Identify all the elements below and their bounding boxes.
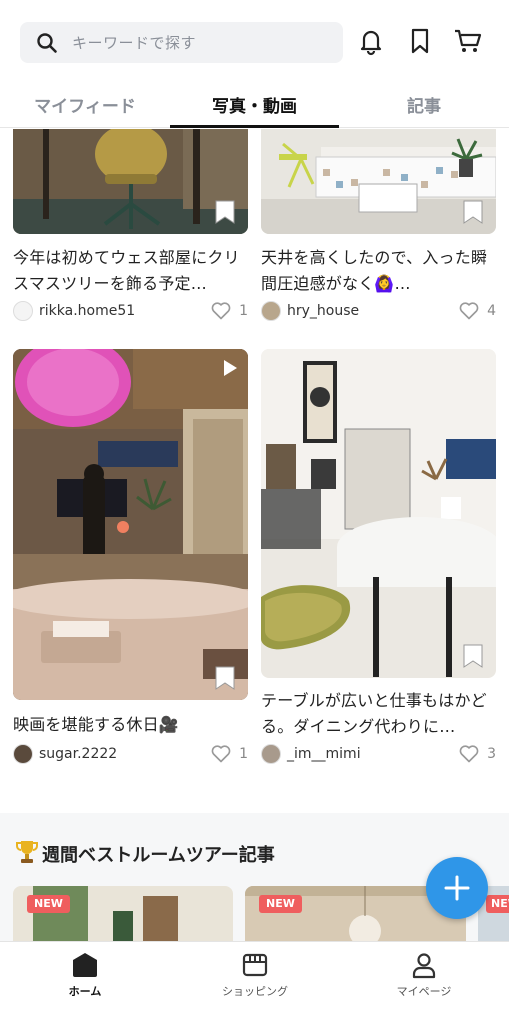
nav-mypage[interactable]: マイページ: [339, 942, 509, 1012]
bell-icon[interactable]: [356, 26, 386, 56]
bottom-nav: ホーム ショッピング マイページ: [0, 941, 509, 1024]
post-meta: _im__mimi 3: [261, 743, 496, 765]
post-meta: hry_house 4: [261, 300, 496, 322]
like-button[interactable]: 3: [459, 743, 496, 765]
username[interactable]: hry_house: [287, 303, 359, 319]
username[interactable]: rikka.home51: [39, 303, 135, 319]
username[interactable]: sugar.2222: [39, 746, 117, 762]
post-photo[interactable]: [13, 349, 248, 700]
like-button[interactable]: 1: [211, 300, 248, 322]
new-badge: NEW: [486, 895, 509, 913]
post-card[interactable]: 天井を高くしたので、入った瞬間圧迫感がなく🙆‍♀️… hry_house 4: [261, 129, 496, 324]
trophy-icon: [16, 841, 38, 863]
nav-shopping[interactable]: ショッピング: [170, 942, 340, 1012]
video-play-icon: [224, 360, 237, 376]
nav-label: ホーム: [68, 985, 102, 998]
heart-icon: [211, 745, 231, 763]
nav-label: ショッピング: [222, 985, 288, 998]
like-count: 1: [239, 303, 248, 319]
like-count: 3: [487, 746, 496, 762]
avatar[interactable]: [261, 744, 281, 764]
new-badge: NEW: [27, 895, 70, 913]
post-card[interactable]: 映画を堪能する休日🎥 sugar.2222 1: [13, 349, 248, 769]
like-button[interactable]: 1: [211, 743, 248, 765]
search-placeholder: キーワードで探す: [72, 34, 197, 52]
avatar[interactable]: [13, 301, 33, 321]
heart-icon: [459, 302, 479, 320]
tab-articles[interactable]: 記事: [339, 80, 509, 128]
post-caption[interactable]: 天井を高くしたので、入った瞬間圧迫感がなく🙆‍♀️…: [261, 245, 501, 297]
add-post-button[interactable]: [426, 857, 488, 919]
like-count: 1: [239, 746, 248, 762]
active-tab-indicator: [170, 125, 339, 128]
post-photo[interactable]: [13, 129, 248, 234]
username[interactable]: _im__mimi: [287, 746, 361, 762]
heart-icon: [459, 745, 479, 763]
post-photo[interactable]: [261, 129, 496, 234]
post-caption[interactable]: テーブルが広いと仕事もはかどる。ダイニング代わりに…: [261, 688, 501, 740]
search-icon: [37, 32, 57, 53]
tab-photos-videos[interactable]: 写真・動画: [170, 80, 339, 128]
nav-home[interactable]: ホーム: [0, 942, 170, 1012]
shop-icon: [242, 953, 268, 977]
home-icon: [73, 953, 97, 977]
app-screen: キーワードで探す マイフィード 写真・動画 記事 今年は初めてウェス部屋にクリス…: [0, 0, 509, 1024]
post-caption[interactable]: 今年は初めてウェス部屋にクリスマスツリーを飾る予定…: [13, 245, 253, 297]
save-bookmark-icon[interactable]: [462, 644, 484, 668]
search-input[interactable]: キーワードで探す: [20, 22, 343, 63]
post-card[interactable]: テーブルが広いと仕事もはかどる。ダイニング代わりに… _im__mimi 3: [261, 349, 496, 769]
post-photo[interactable]: [261, 349, 496, 678]
save-bookmark-icon[interactable]: [462, 200, 484, 224]
avatar[interactable]: [13, 744, 33, 764]
person-icon: [412, 953, 436, 979]
plus-icon: [444, 875, 470, 901]
post-meta: sugar.2222 1: [13, 743, 248, 765]
heart-icon: [211, 302, 231, 320]
post-card[interactable]: 今年は初めてウェス部屋にクリスマスツリーを飾る予定… rikka.home51 …: [13, 129, 248, 324]
post-meta: rikka.home51 1: [13, 300, 248, 322]
bookmark-icon[interactable]: [405, 26, 435, 56]
save-bookmark-icon[interactable]: [214, 666, 236, 690]
cart-icon[interactable]: [453, 26, 483, 56]
save-bookmark-icon[interactable]: [214, 200, 236, 224]
post-caption[interactable]: 映画を堪能する休日🎥: [13, 712, 253, 738]
nav-label: マイページ: [396, 985, 452, 998]
like-count: 4: [487, 303, 496, 319]
tab-myfeed[interactable]: マイフィード: [0, 80, 170, 128]
tab-bar: マイフィード 写真・動画 記事: [0, 80, 509, 128]
new-badge: NEW: [259, 895, 302, 913]
section-title: 週間ベストルームツアー記事: [42, 845, 275, 866]
like-button[interactable]: 4: [459, 300, 496, 322]
avatar[interactable]: [261, 301, 281, 321]
